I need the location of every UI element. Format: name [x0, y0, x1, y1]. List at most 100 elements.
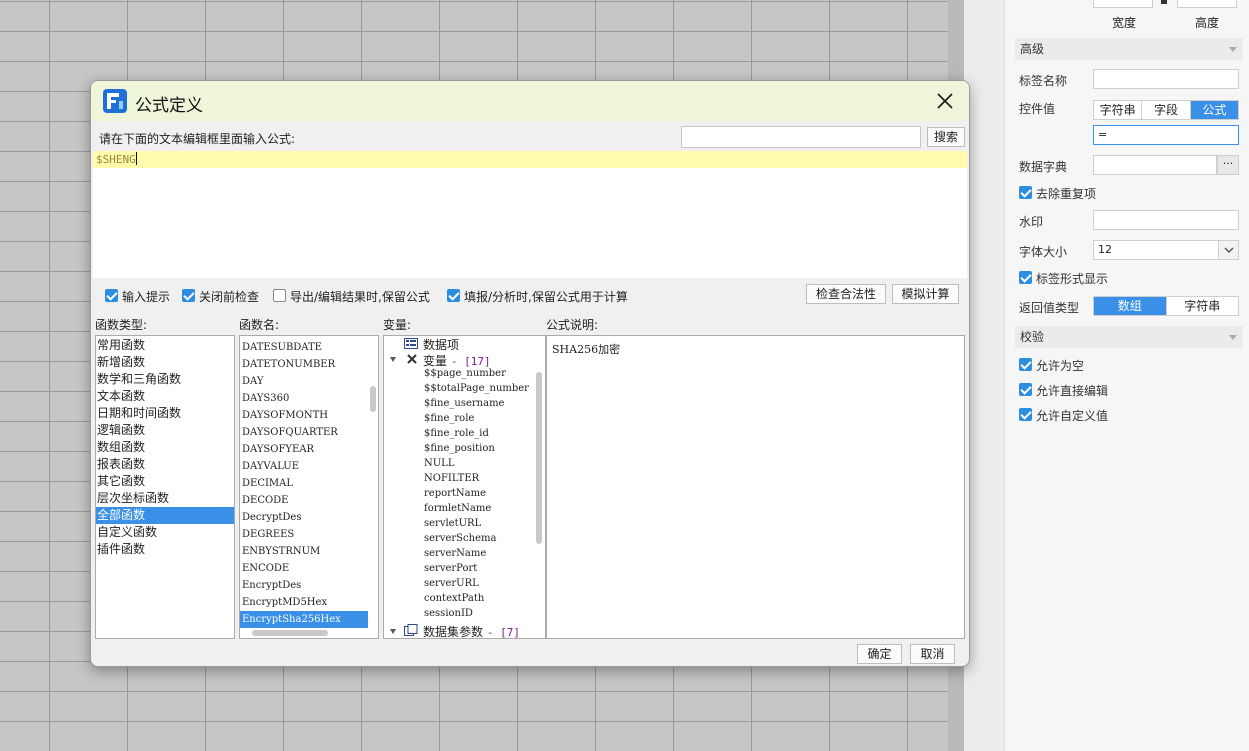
expand-arrow-icon[interactable]: [390, 357, 396, 362]
function-item[interactable]: DECODE: [240, 492, 368, 509]
variable-tree-scrollbar[interactable]: [536, 372, 542, 544]
keep-formula-fill-checkbox[interactable]: [447, 289, 460, 302]
variable-item[interactable]: servletURL: [424, 518, 481, 529]
variable-item[interactable]: serverURL: [424, 578, 479, 589]
variable-item[interactable]: serverName: [424, 548, 486, 559]
function-item[interactable]: ENBYSTRNUM: [240, 543, 368, 560]
font-size-dropdown[interactable]: [1218, 241, 1238, 259]
return-type-tab-array[interactable]: 数组: [1094, 297, 1167, 315]
tree-dataset-params[interactable]: 数据集参数 - [7]: [423, 623, 520, 638]
variable-item[interactable]: $fine_username: [424, 398, 504, 409]
category-list[interactable]: 常用函数 新增函数 数学和三角函数 文本函数 日期和时间函数 逻辑函数 数组函数 报表函数 其它…: [95, 335, 235, 639]
allow-direct-edit-checkbox[interactable]: [1019, 383, 1032, 396]
search-input[interactable]: [681, 126, 921, 148]
dialog-titlebar[interactable]: 公式定义: [91, 81, 969, 121]
control-value-tabs: 字符串 字段 公式: [1093, 100, 1239, 120]
function-item[interactable]: DAYVALUE: [240, 458, 368, 475]
link-icon[interactable]: [1161, 0, 1167, 4]
close-icon[interactable]: [935, 91, 955, 111]
function-item[interactable]: DEGREES: [240, 526, 368, 543]
variable-item[interactable]: $fine_position: [424, 443, 495, 454]
dictionary-more-button[interactable]: ···: [1217, 155, 1239, 175]
function-list-scrollbar[interactable]: [370, 386, 376, 412]
function-item[interactable]: DATESUBDATE: [240, 339, 368, 356]
control-value-formula-input[interactable]: =: [1093, 125, 1239, 145]
category-item[interactable]: 新增函数: [96, 354, 234, 371]
ok-button[interactable]: 确定: [857, 644, 902, 664]
function-item[interactable]: DAYSOFYEAR: [240, 441, 368, 458]
function-item[interactable]: EncryptDes: [240, 577, 368, 594]
category-item[interactable]: 全部函数: [96, 507, 234, 524]
watermark-input[interactable]: [1093, 210, 1239, 230]
formula-prompt: 请在下面的文本编辑框里面输入公式:: [99, 132, 296, 146]
formula-dialog: 公式定义 请在下面的文本编辑框里面输入公式: 搜索 $SHENG 输入提示 关闭…: [90, 80, 970, 667]
function-item[interactable]: EncryptSha256Hex: [240, 611, 368, 628]
function-item[interactable]: DAYSOFMONTH: [240, 407, 368, 424]
function-item[interactable]: DecryptDes: [240, 509, 368, 526]
allow-empty-checkbox[interactable]: [1019, 358, 1032, 371]
variable-item[interactable]: formletName: [424, 503, 491, 514]
tree-data-items[interactable]: 数据项: [423, 336, 459, 353]
variable-item[interactable]: $$page_number: [424, 368, 506, 379]
tag-display-label: 标签形式显示: [1036, 272, 1109, 286]
height-input[interactable]: [1177, 0, 1237, 8]
search-button[interactable]: 搜索: [927, 127, 965, 147]
validation-section-header[interactable]: 校验: [1015, 326, 1243, 348]
allow-empty-label: 允许为空: [1036, 359, 1085, 373]
function-item[interactable]: DAY: [240, 373, 368, 390]
control-value-tab-string[interactable]: 字符串: [1094, 101, 1143, 119]
expand-arrow-icon[interactable]: [390, 629, 396, 634]
tag-name-input[interactable]: [1093, 69, 1239, 89]
variable-item[interactable]: serverPort: [424, 563, 477, 574]
check-before-close-checkbox[interactable]: [182, 289, 195, 302]
dictionary-input[interactable]: [1093, 155, 1217, 175]
category-item[interactable]: 文本函数: [96, 388, 234, 405]
function-item[interactable]: DAYSOFQUARTER: [240, 424, 368, 441]
tag-display-checkbox[interactable]: [1019, 271, 1032, 284]
width-input[interactable]: [1093, 0, 1153, 8]
variable-item[interactable]: $$totalPage_number: [424, 383, 529, 394]
function-item[interactable]: ENCODE: [240, 560, 368, 577]
dedupe-checkbox[interactable]: [1019, 186, 1032, 199]
category-item[interactable]: 自定义函数: [96, 524, 234, 541]
formula-editor[interactable]: $SHENG: [93, 151, 967, 278]
variable-item[interactable]: $fine_role: [424, 413, 474, 424]
variable-item[interactable]: sessionID: [424, 608, 473, 619]
keep-formula-export-checkbox[interactable]: [273, 289, 286, 302]
function-item[interactable]: EncryptMD5Hex: [240, 594, 368, 611]
check-validity-button[interactable]: 检查合法性: [806, 284, 886, 304]
input-hint-checkbox[interactable]: [105, 289, 118, 302]
allow-custom-checkbox[interactable]: [1019, 408, 1032, 421]
category-item[interactable]: 报表函数: [96, 456, 234, 473]
cancel-button[interactable]: 取消: [910, 644, 955, 664]
function-item[interactable]: DAYS360: [240, 390, 368, 407]
return-type-label: 返回值类型: [1019, 301, 1080, 315]
function-list-hscrollbar[interactable]: [252, 630, 328, 636]
category-item[interactable]: 常用函数: [96, 337, 234, 354]
allow-custom-label: 允许自定义值: [1036, 409, 1109, 423]
category-item[interactable]: 插件函数: [96, 541, 234, 558]
category-item[interactable]: 数学和三角函数: [96, 371, 234, 388]
category-item[interactable]: 逻辑函数: [96, 422, 234, 439]
variable-item[interactable]: NOFILTER: [424, 473, 479, 484]
variable-tree[interactable]: 数据项 变量 - [17] $$page_number $$totalPage_n…: [383, 335, 546, 639]
variable-item[interactable]: NULL: [424, 458, 454, 469]
category-item[interactable]: 层次坐标函数: [96, 490, 234, 507]
function-list[interactable]: DATESUBDATE DATETONUMBER DAY DAYS360 DAYSOFM…: [239, 335, 379, 639]
simulate-button[interactable]: 模拟计算: [892, 284, 959, 304]
category-item[interactable]: 其它函数: [96, 473, 234, 490]
control-value-tab-field[interactable]: 字段: [1142, 101, 1191, 119]
advanced-section-header[interactable]: 高级: [1015, 38, 1243, 60]
return-type-tab-string[interactable]: 字符串: [1167, 297, 1239, 315]
category-item[interactable]: 日期和时间函数: [96, 405, 234, 422]
function-item[interactable]: DATETONUMBER: [240, 356, 368, 373]
font-size-select[interactable]: 12: [1093, 240, 1239, 260]
variable-item[interactable]: $fine_role_id: [424, 428, 489, 439]
category-item[interactable]: 数组函数: [96, 439, 234, 456]
variable-item[interactable]: serverSchema: [424, 533, 496, 544]
function-item[interactable]: DECIMAL: [240, 475, 368, 492]
variable-item[interactable]: reportName: [424, 488, 486, 499]
tree-variables-group[interactable]: 变量 - [17]: [423, 352, 491, 369]
variable-item[interactable]: contextPath: [424, 593, 484, 604]
control-value-tab-formula[interactable]: 公式: [1190, 101, 1238, 119]
